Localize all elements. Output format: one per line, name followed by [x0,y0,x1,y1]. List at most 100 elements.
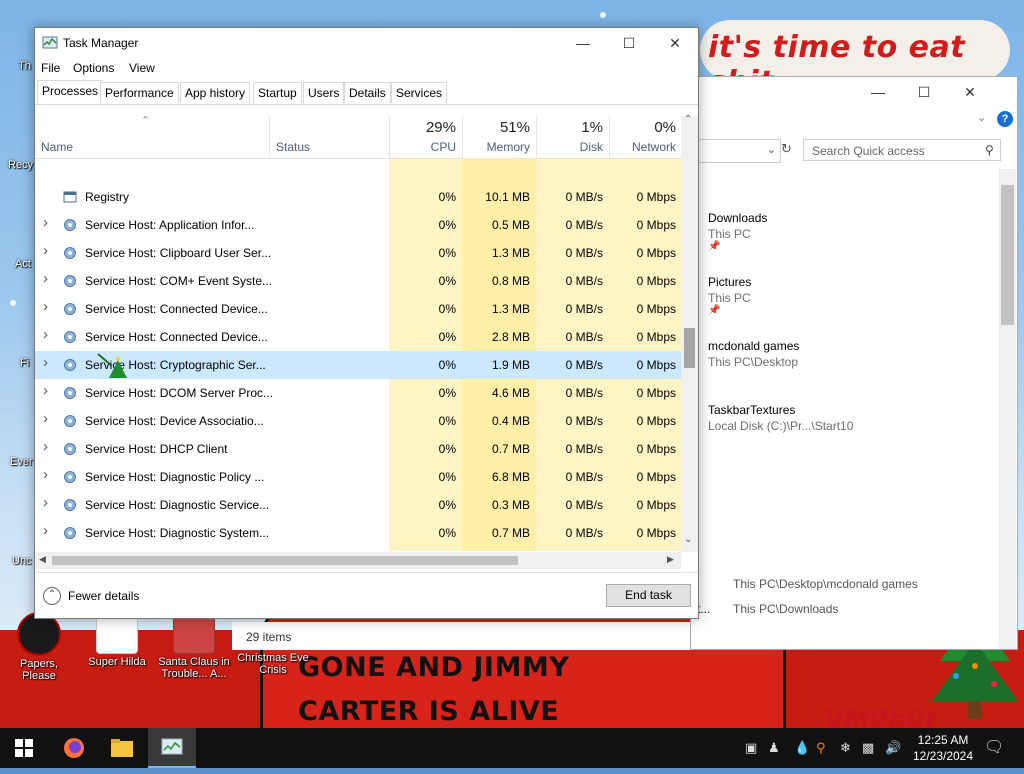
recent-file-path[interactable]: This PC\Downloads [733,602,838,616]
help-icon[interactable]: ? [997,111,1013,127]
expand-chevron-icon[interactable]: › [43,242,48,259]
desktop-icon-christmas-eve-crisis[interactable]: Christmas Eve Crisis [236,652,310,676]
tray-drop-icon[interactable]: 💧 [794,740,810,756]
quick-access-item[interactable]: Pictures This PC 📌 [708,275,751,316]
title-bar[interactable]: Task Manager — ☐ ✕ [35,28,698,58]
table-row[interactable]: › Service Host: Clipboard User Ser... 0% 1.… [35,239,681,267]
notification-center-icon[interactable]: 🗨 [984,737,1004,757]
process-mem-cell: 0.3 MB [462,491,536,519]
expand-chevron-icon[interactable]: › [43,298,48,315]
close-button[interactable]: ✕ [652,28,698,58]
column-memory[interactable]: 51% Memory [462,116,536,158]
explorer-minimize-button[interactable]: — [855,77,901,107]
scroll-down-icon[interactable]: ⌄ [684,534,692,545]
quick-access-item[interactable]: mcdonald games This PC\Desktop [708,339,799,369]
minimize-button[interactable]: — [560,28,606,58]
desktop-icon-label: Unc [12,555,32,567]
tray-snowflake-icon[interactable]: ❄ [840,740,851,756]
network-icon[interactable]: ▩ [862,740,874,756]
row-cell [462,159,536,183]
chevron-up-icon[interactable]: ⌃ [43,587,61,605]
expand-chevron-icon[interactable]: › [43,354,48,371]
table-row[interactable]: › Service Host: DCOM Server Proc... 0% 4.6 … [35,379,681,407]
column-status[interactable]: Status [269,116,389,158]
table-row[interactable]: › Service Host: Device Associatio... 0% 0.4… [35,407,681,435]
process-net-cell: 0 Mbps [609,379,681,407]
expand-chevron-icon[interactable]: › [43,410,48,427]
process-disk-cell: 0 MB/s [536,491,609,519]
tab-processes[interactable]: Processes [37,80,104,104]
explorer-close-button[interactable]: ✕ [947,77,993,107]
column-status-label: Status [276,140,311,154]
end-task-button[interactable]: End task [606,584,691,607]
maximize-button[interactable]: ☐ [606,28,652,58]
file-explorer-taskbar-button[interactable] [98,728,146,768]
expand-chevron-icon[interactable]: › [43,326,48,343]
scroll-left-icon[interactable]: ◀ [39,554,46,565]
tray-app-icon[interactable]: ▣ [745,740,757,756]
explorer-scroll-thumb[interactable] [1001,185,1014,325]
table-row[interactable]: › Service Host: Application Infor... 0% 0.5… [35,211,681,239]
scroll-up-icon[interactable]: ⌃ [684,114,692,125]
chevron-down-icon[interactable]: ⌄ [767,143,776,156]
gear-icon [64,471,76,483]
menu-options[interactable]: Options [73,61,114,75]
quick-access-item[interactable]: Downloads This PC 📌 [708,211,767,252]
tab-users[interactable]: Users [303,82,345,103]
horizontal-scroll-thumb[interactable] [52,556,518,565]
expand-chevron-icon[interactable]: › [43,522,48,539]
firefox-icon [64,738,84,758]
expand-chevron-icon[interactable]: › [43,494,48,511]
system-clock[interactable]: 12:25 AM 12/23/2024 [908,732,978,764]
table-row[interactable]: › Service Host: Connected Device... 0% 2.8 … [35,323,681,351]
menu-view[interactable]: View [129,61,155,75]
expand-chevron-icon[interactable]: › [43,466,48,483]
desktop-icon-super-hilda[interactable]: Super Hilda [80,612,154,668]
vertical-scroll-thumb[interactable] [684,328,695,368]
explorer-maximize-button[interactable]: ☐ [901,77,947,107]
expand-chevron-icon[interactable]: › [43,214,48,231]
recent-file-path[interactable]: This PC\Desktop\mcdonald games [733,577,918,591]
table-row[interactable]: ›Service Host: Distributed Link Tr...0%0… [35,547,681,551]
chevron-down-icon[interactable]: ⌄ [977,111,986,124]
task-manager-taskbar-button[interactable] [148,728,196,768]
expand-chevron-icon[interactable]: › [43,438,48,455]
desktop-icon-papers-please[interactable]: Papers, Please [2,612,76,682]
volume-icon[interactable]: 🔊 [885,740,901,756]
tab-app-history[interactable]: App history [180,82,251,103]
process-name: Registry [85,190,130,204]
table-row[interactable]: › Service Host: Diagnostic System... 0% 0.7… [35,519,681,547]
tab-details[interactable]: Details [344,82,391,103]
expand-chevron-icon[interactable]: › [43,550,48,551]
table-row[interactable]: › Service Host: COM+ Event Syste... 0% 0.8 … [35,267,681,295]
explorer-status-bar: 29 items [232,622,690,650]
menu-file[interactable]: File [41,61,60,75]
start-button[interactable] [0,728,48,768]
refresh-icon[interactable]: ↻ [781,141,792,157]
column-network[interactable]: 0% Network [609,116,682,158]
table-row[interactable]: Registry 0% 10.1 MB 0 MB/s 0 Mbps [35,183,681,211]
table-row[interactable]: › Service Host: Diagnostic Policy ... 0% 6.… [35,463,681,491]
address-bar[interactable]: ⌄ [691,139,781,163]
column-cpu[interactable]: 29% CPU [389,116,462,158]
expand-chevron-icon[interactable]: › [43,382,48,399]
search-input[interactable]: Search Quick access [803,139,1001,161]
table-row[interactable]: › Service Host: Cryptographic Ser... 0% 1.9… [35,351,681,379]
tab-bar: Processes Performance App history Startu… [35,80,698,105]
tab-performance[interactable]: Performance [100,82,179,103]
tab-startup[interactable]: Startup [253,82,302,103]
desktop-icon-santa-claus[interactable]: Santa Claus in Trouble... A... [157,612,231,680]
table-row[interactable]: › Service Host: Connected Device... 0% 1.3 … [35,295,681,323]
tray-search-icon[interactable]: ⚲ [816,740,826,756]
tab-services[interactable]: Services [391,82,448,103]
expand-chevron-icon[interactable]: › [43,270,48,287]
column-disk[interactable]: 1% Disk [536,116,609,158]
table-row[interactable]: › Service Host: Diagnostic Service... 0% 0.… [35,491,681,519]
fewer-details-link[interactable]: Fewer details [68,589,139,603]
tray-user-icon[interactable]: ♟ [768,740,780,756]
firefox-taskbar-button[interactable] [50,728,98,768]
scroll-right-icon[interactable]: ▶ [667,554,674,565]
table-row[interactable]: › Service Host: DHCP Client 0% 0.7 MB 0 MB/s… [35,435,681,463]
column-name[interactable]: Name [41,140,73,154]
quick-access-item[interactable]: TaskbarTextures Local Disk (C:)\Pr...\St… [708,403,853,433]
